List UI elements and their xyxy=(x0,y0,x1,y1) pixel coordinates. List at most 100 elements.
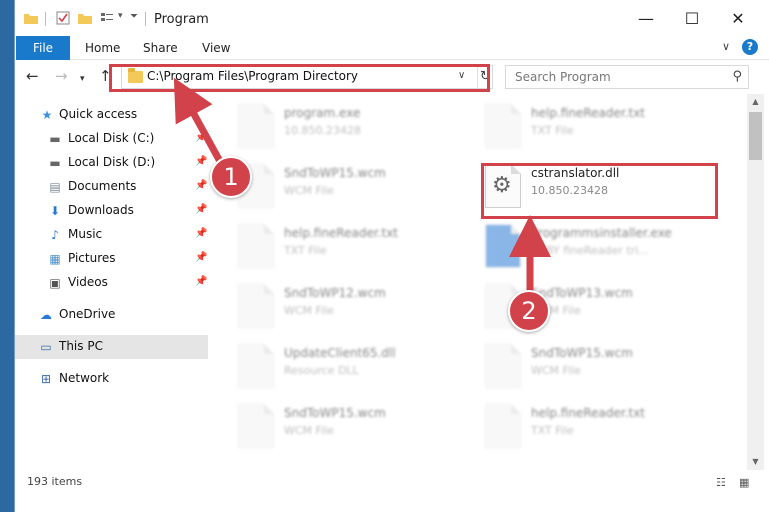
pin-icon[interactable]: 📌 xyxy=(195,204,207,215)
expand-ribbon-icon[interactable]: ∨ xyxy=(722,40,730,53)
file-item[interactable]: Programmsinstaller.exe ABBY fineReader t… xyxy=(459,218,699,270)
tab-view[interactable]: View xyxy=(202,36,230,60)
scroll-down-icon[interactable]: ▼ xyxy=(747,454,764,470)
window-title: Program xyxy=(154,12,209,27)
sidebar-item-local-disk-c[interactable]: ▬ Local Disk (C:) 📌 xyxy=(15,127,208,151)
download-icon: ⬇ xyxy=(49,204,61,218)
divider xyxy=(45,12,46,26)
file-detail: WCM File xyxy=(284,184,334,197)
file-name: help.fineReader.txt xyxy=(531,406,645,420)
txt-file-icon xyxy=(485,404,521,448)
sidebar-item-label: This PC xyxy=(59,339,103,353)
file-detail: WCM File xyxy=(531,364,581,377)
details-view-icon[interactable]: ☷ xyxy=(716,476,726,489)
sidebar-item-label: OneDrive xyxy=(59,307,116,321)
file-item[interactable]: program.exe 10.850.23428 xyxy=(212,98,452,150)
file-item[interactable]: help.fineReader.txt TXT File xyxy=(459,98,699,150)
properties-icon[interactable] xyxy=(55,10,71,26)
file-name: SndToWP12.wcm xyxy=(284,286,386,300)
pin-icon[interactable]: 📌 xyxy=(195,132,207,143)
file-detail: ABBY fineReader tri... xyxy=(531,244,649,257)
file-item[interactable]: SndToWP15.wcm WCM File xyxy=(459,338,699,390)
sidebar-item-downloads[interactable]: ⬇ Downloads 📌 xyxy=(15,199,208,223)
tab-share[interactable]: Share xyxy=(143,36,178,60)
pin-icon[interactable]: 📌 xyxy=(195,180,207,191)
title-bar: ▾ ⏷ Program — ☐ ✕ xyxy=(15,0,769,36)
file-item[interactable]: help.fineReader.txt TXT File xyxy=(212,218,452,270)
sidebar-item-label: Documents xyxy=(68,179,137,193)
sidebar-item-network[interactable]: ⊞ Network xyxy=(15,367,208,391)
large-icons-view-icon[interactable]: ▦ xyxy=(739,476,749,489)
close-button[interactable]: ✕ xyxy=(715,5,761,33)
sidebar-item-label: Music xyxy=(68,227,103,241)
item-count: 193 items xyxy=(27,475,83,488)
file-name: SndToWP15.wcm xyxy=(284,166,386,180)
sidebar-item-label: Network xyxy=(59,371,110,385)
drive-icon: ▬ xyxy=(49,132,61,146)
wcm-file-icon xyxy=(238,404,274,448)
file-item[interactable]: UpdateClient65.dll Resource DLL xyxy=(212,338,452,390)
cloud-icon: ☁ xyxy=(40,308,52,322)
forward-arrow-icon[interactable]: → xyxy=(55,67,68,85)
file-name: Programmsinstaller.exe xyxy=(531,226,672,240)
step-2-badge: 2 xyxy=(508,290,550,332)
installer-file-icon xyxy=(485,224,521,268)
sidebar-item-local-disk-d[interactable]: ▬ Local Disk (D:) 📌 xyxy=(15,151,208,175)
sidebar-item-pictures[interactable]: ▦ Pictures 📌 xyxy=(15,247,208,271)
sidebar-item-music[interactable]: ♪ Music 📌 xyxy=(15,223,208,247)
scrollbar-thumb[interactable] xyxy=(749,112,762,160)
tab-file[interactable]: File xyxy=(16,36,70,60)
file-detail: WCM File xyxy=(284,304,334,317)
sidebar-item-documents[interactable]: ▤ Documents 📌 xyxy=(15,175,208,199)
search-icon[interactable]: ⚲ xyxy=(732,69,742,84)
divider xyxy=(145,12,146,26)
status-bar: 193 items ☷ ▦ xyxy=(15,470,769,494)
file-item[interactable]: SndToWP12.wcm WCM File xyxy=(212,278,452,330)
help-icon[interactable]: ? xyxy=(742,39,758,55)
sidebar-item-this-pc[interactable]: ▭ This PC xyxy=(15,335,208,359)
file-detail: TXT File xyxy=(531,424,574,437)
sidebar-item-label: Local Disk (D:) xyxy=(68,155,156,169)
vertical-scrollbar[interactable]: ▲ ▼ xyxy=(747,94,764,470)
sidebar-item-onedrive[interactable]: ☁ OneDrive xyxy=(15,303,208,327)
drive-icon: ▬ xyxy=(49,156,61,170)
navigation-pane: ★ Quick access ▬ Local Disk (C:) 📌 ▬ Loc… xyxy=(15,94,208,470)
pin-icon[interactable]: 📌 xyxy=(195,276,207,287)
wcm-file-icon xyxy=(238,284,274,328)
minimize-button[interactable]: — xyxy=(623,5,669,33)
file-name: UpdateClient65.dll xyxy=(284,346,396,360)
back-arrow-icon[interactable]: ← xyxy=(26,67,39,85)
chevron-down-icon[interactable]: ▾ xyxy=(118,11,123,21)
file-name: SndToWP15.wcm xyxy=(531,346,633,360)
ribbon-tabs: File Home Share View ∨ ? xyxy=(15,36,769,60)
maximize-button[interactable]: ☐ xyxy=(669,5,715,33)
search-placeholder: Search Program xyxy=(515,70,611,84)
file-item[interactable]: help.fineReader.txt TXT File xyxy=(459,398,699,450)
tab-home[interactable]: Home xyxy=(85,36,120,60)
exe-file-icon xyxy=(238,104,274,148)
pin-icon[interactable]: 📌 xyxy=(195,228,207,239)
step-1-badge: 1 xyxy=(210,156,252,198)
quick-access-dropdown-icon[interactable]: ⏷ xyxy=(130,11,138,22)
file-item[interactable]: SndToWP13.wcm WCM File xyxy=(459,278,699,330)
sidebar-item-videos[interactable]: ▣ Videos 📌 xyxy=(15,271,208,295)
file-item[interactable]: SndToWP15.wcm WCM File xyxy=(212,398,452,450)
wcm-file-icon xyxy=(485,344,521,388)
new-folder-icon[interactable] xyxy=(77,10,93,26)
videos-icon: ▣ xyxy=(49,276,61,290)
pictures-icon: ▦ xyxy=(49,252,61,266)
file-name: help.fineReader.txt xyxy=(284,226,398,240)
sidebar-item-label: Quick access xyxy=(59,107,138,121)
documents-icon: ▤ xyxy=(49,180,61,194)
recent-locations-icon[interactable]: ▾ xyxy=(80,70,85,88)
txt-file-icon xyxy=(485,104,521,148)
pin-icon[interactable]: 📌 xyxy=(195,156,207,167)
sidebar-item-quick-access[interactable]: ★ Quick access xyxy=(15,103,208,127)
sidebar-item-label: Downloads xyxy=(68,203,134,217)
sidebar-item-label: Pictures xyxy=(68,251,116,265)
folder-icon xyxy=(24,14,38,24)
pin-icon[interactable]: 📌 xyxy=(195,252,207,263)
customize-icon[interactable] xyxy=(99,10,115,26)
scroll-up-icon[interactable]: ▲ xyxy=(747,94,764,110)
search-input[interactable]: Search Program ⚲ xyxy=(505,65,749,89)
